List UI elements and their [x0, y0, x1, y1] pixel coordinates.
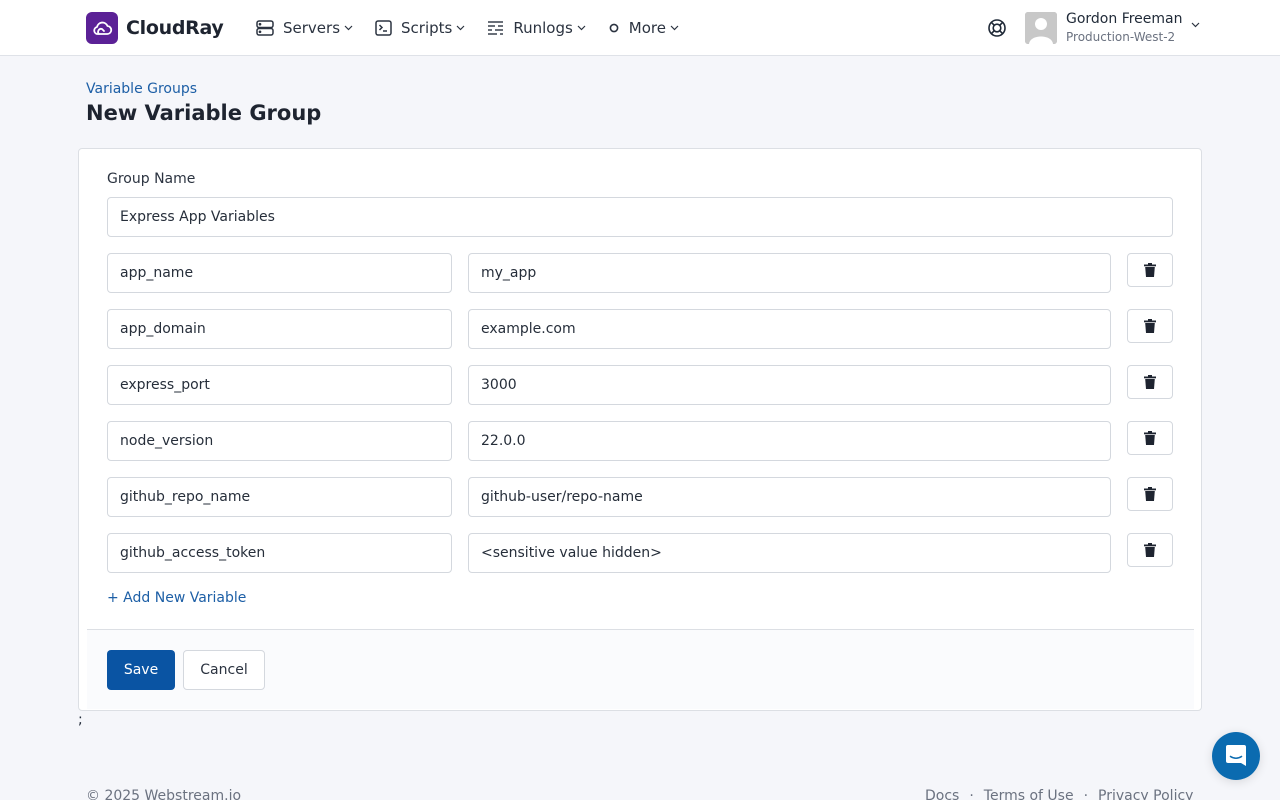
chevron-down-icon [1191, 22, 1199, 28]
variable-value-input[interactable] [468, 421, 1111, 461]
add-new-variable-link[interactable]: + Add New Variable [107, 590, 246, 606]
trash-icon [1144, 487, 1156, 501]
trash-icon [1144, 375, 1156, 389]
chat-bubble-icon [1226, 745, 1246, 766]
main-nav: Servers Scripts Runlogs More [256, 0, 701, 56]
delete-variable-button[interactable] [1127, 365, 1173, 399]
page-title: New Variable Group [86, 101, 322, 125]
variable-value-input[interactable] [468, 477, 1111, 517]
trash-icon [1144, 431, 1156, 445]
variable-value-input[interactable] [468, 365, 1111, 405]
help-lifebuoy-icon[interactable] [987, 18, 1007, 42]
cloud-logo-icon [86, 12, 118, 44]
group-name-label: Group Name [107, 171, 196, 187]
user-menu[interactable]: Gordon Freeman Production-West-2 [1025, 11, 1200, 45]
trash-icon [1144, 319, 1156, 333]
nav-servers[interactable]: Servers [256, 19, 353, 37]
stray-semicolon-text: ; [78, 712, 83, 728]
trash-icon [1144, 543, 1156, 557]
top-navbar: CloudRay Servers Scripts Runlogs More Go… [0, 0, 1280, 56]
chevron-down-icon [577, 25, 586, 31]
variable-value-input[interactable] [468, 533, 1111, 573]
delete-variable-button[interactable] [1127, 253, 1173, 287]
variable-value-input[interactable] [468, 253, 1111, 293]
footer-links: Docs · Terms of Use · Privacy Policy [925, 788, 1193, 800]
variable-key-input[interactable] [107, 421, 452, 461]
nav-more[interactable]: More [608, 19, 679, 37]
nav-runlogs-label: Runlogs [513, 19, 573, 37]
form-actions: Save Cancel [87, 629, 1194, 709]
terminal-icon [375, 20, 392, 36]
delete-variable-button[interactable] [1127, 533, 1173, 567]
avatar [1025, 12, 1057, 44]
nav-runlogs[interactable]: Runlogs [487, 19, 586, 37]
delete-variable-button[interactable] [1127, 421, 1173, 455]
copyright-text: © 2025 Webstream.io [86, 788, 242, 800]
group-name-input[interactable] [107, 197, 1173, 237]
footer-link-docs[interactable]: Docs [925, 788, 959, 800]
brand-name: CloudRay [126, 17, 224, 39]
server-icon [256, 20, 274, 36]
footer-separator: · [969, 788, 974, 800]
user-name: Gordon Freeman [1066, 11, 1183, 27]
nav-scripts[interactable]: Scripts [375, 19, 465, 37]
save-button[interactable]: Save [107, 650, 175, 690]
delete-variable-button[interactable] [1127, 477, 1173, 511]
variable-key-input[interactable] [107, 253, 452, 293]
circle-icon [609, 23, 619, 33]
variable-key-input[interactable] [107, 309, 452, 349]
footer-link-terms[interactable]: Terms of Use [984, 788, 1074, 800]
variable-group-form: Group Name Express App Variables app_nam… [78, 148, 1202, 711]
user-org: Production-West-2 [1066, 30, 1176, 44]
nav-servers-label: Servers [283, 19, 341, 37]
variable-key-input[interactable] [107, 365, 452, 405]
chevron-down-icon [344, 25, 353, 31]
nav-scripts-label: Scripts [401, 19, 453, 37]
nav-more-label: More [628, 19, 666, 37]
cancel-button[interactable]: Cancel [183, 650, 265, 690]
brand-logo[interactable]: CloudRay [86, 12, 224, 44]
footer-separator: · [1083, 788, 1089, 800]
variable-value-input[interactable] [468, 309, 1111, 349]
trash-icon [1144, 263, 1156, 277]
footer-link-privacy[interactable]: Privacy Policy [1098, 788, 1193, 800]
chat-launcher-button[interactable] [1212, 732, 1260, 780]
variable-key-input[interactable] [107, 477, 452, 517]
delete-variable-button[interactable] [1127, 309, 1173, 343]
variable-key-input[interactable] [107, 533, 452, 573]
list-icon [488, 21, 504, 35]
breadcrumb-variable-groups[interactable]: Variable Groups [86, 81, 197, 97]
chevron-down-icon [670, 25, 679, 31]
chevron-down-icon [456, 25, 465, 31]
